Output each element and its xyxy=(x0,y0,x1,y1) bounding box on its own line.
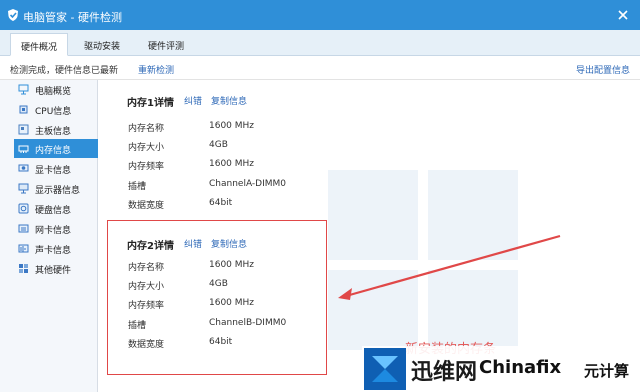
motherboard-icon xyxy=(18,124,29,135)
memory-1-width-label: 数据宽度 xyxy=(128,201,165,211)
rescan-link[interactable]: 重新检测 xyxy=(138,63,174,76)
export-config-link[interactable]: 导出配置信息 xyxy=(576,63,630,76)
site-watermark: 迅维网 Chinafix 元计算 xyxy=(362,346,640,392)
memory-1-name-label: 内存名称 xyxy=(128,124,165,134)
memory-1-name-value: 1600 MHz xyxy=(209,121,255,131)
memory-1-size-label: 内存大小 xyxy=(128,143,165,153)
sidebar-item-label: 硬盘信息 xyxy=(35,206,72,216)
network-card-icon xyxy=(18,224,29,233)
sound-card-icon xyxy=(18,244,29,253)
memory-1-title: 内存1详情 xyxy=(127,98,174,109)
memory-1-copy-link[interactable]: 复制信息 xyxy=(211,94,247,107)
memory-1-slot-label: 插槽 xyxy=(128,182,147,192)
close-icon[interactable] xyxy=(616,8,630,22)
memory-1-frequency-value: 1600 MHz xyxy=(209,159,255,169)
sidebar-item-monitor[interactable]: 显示器信息 xyxy=(14,179,98,198)
tab-label: 硬件概况 xyxy=(21,43,58,53)
sidebar-item-computer-overview[interactable]: 电脑概览 xyxy=(14,80,98,99)
memory-1-width-value: 64bit xyxy=(209,198,233,208)
sidebar-item-label: 内存信息 xyxy=(35,146,72,156)
other-hardware-icon xyxy=(19,264,28,273)
cpu-icon xyxy=(19,105,28,114)
sidebar-item-disk[interactable]: 硬盘信息 xyxy=(14,199,98,218)
window-title: 电脑管家 - 硬件检测 xyxy=(23,11,122,24)
sidebar: 电脑概览 CPU信息 主板信息 内存信息 显卡信息 显示器信息 硬盘信息 网卡信… xyxy=(0,80,98,392)
tab-driver-install[interactable]: 驱动安装 xyxy=(74,33,130,56)
memory-1-frequency-label: 内存频率 xyxy=(128,162,165,172)
status-text: 检测完成，硬件信息已最新 xyxy=(10,66,119,76)
tab-bar: 硬件概况 驱动安装 硬件评测 xyxy=(0,30,640,56)
watermark-tail: 元计算 xyxy=(584,362,630,380)
sidebar-item-label: 其他硬件 xyxy=(35,266,72,276)
sidebar-item-network-card[interactable]: 网卡信息 xyxy=(14,219,98,238)
sidebar-item-sound-card[interactable]: 声卡信息 xyxy=(14,239,98,258)
sidebar-item-cpu[interactable]: CPU信息 xyxy=(14,100,98,119)
status-bar: 检测完成，硬件信息已最新 重新检测 导出配置信息 xyxy=(0,56,640,80)
watermark-site: Chinafix xyxy=(479,357,562,378)
watermark-brand: 迅维网 xyxy=(411,360,478,385)
sidebar-item-label: 显卡信息 xyxy=(35,166,72,176)
gpu-icon xyxy=(18,164,29,172)
memory-1-size-value: 4GB xyxy=(209,140,228,150)
sidebar-item-label: 电脑概览 xyxy=(35,87,72,97)
annotation-arrow-icon xyxy=(338,234,561,300)
site-logo-icon xyxy=(364,348,406,390)
tab-label: 硬件评测 xyxy=(148,42,185,52)
tab-label: 驱动安装 xyxy=(84,42,121,52)
title-bar: 电脑管家 - 硬件检测 xyxy=(0,0,640,30)
tab-hardware-overview[interactable]: 硬件概况 xyxy=(10,33,69,56)
memory-icon xyxy=(18,145,29,153)
sidebar-item-label: 显示器信息 xyxy=(35,186,81,196)
sidebar-item-memory[interactable]: 内存信息 xyxy=(14,139,98,158)
memory-1-correct-link[interactable]: 纠错 xyxy=(184,94,202,107)
sidebar-item-other-hardware[interactable]: 其他硬件 xyxy=(14,259,98,278)
disk-icon xyxy=(18,203,29,214)
computer-icon xyxy=(18,84,29,95)
memory-1-slot-value: ChannelA-DIMM0 xyxy=(209,179,286,189)
new-memory-highlight xyxy=(107,220,327,375)
sidebar-item-label: 网卡信息 xyxy=(35,226,72,236)
tab-hardware-benchmark[interactable]: 硬件评测 xyxy=(138,33,194,56)
sidebar-item-label: 主板信息 xyxy=(35,127,72,137)
sidebar-item-label: 声卡信息 xyxy=(35,246,72,256)
monitor-icon xyxy=(18,183,29,194)
sidebar-item-motherboard[interactable]: 主板信息 xyxy=(14,120,98,139)
sidebar-item-gpu[interactable]: 显卡信息 xyxy=(14,159,98,178)
sidebar-item-label: CPU信息 xyxy=(35,107,72,117)
shield-logo-icon xyxy=(8,9,18,21)
